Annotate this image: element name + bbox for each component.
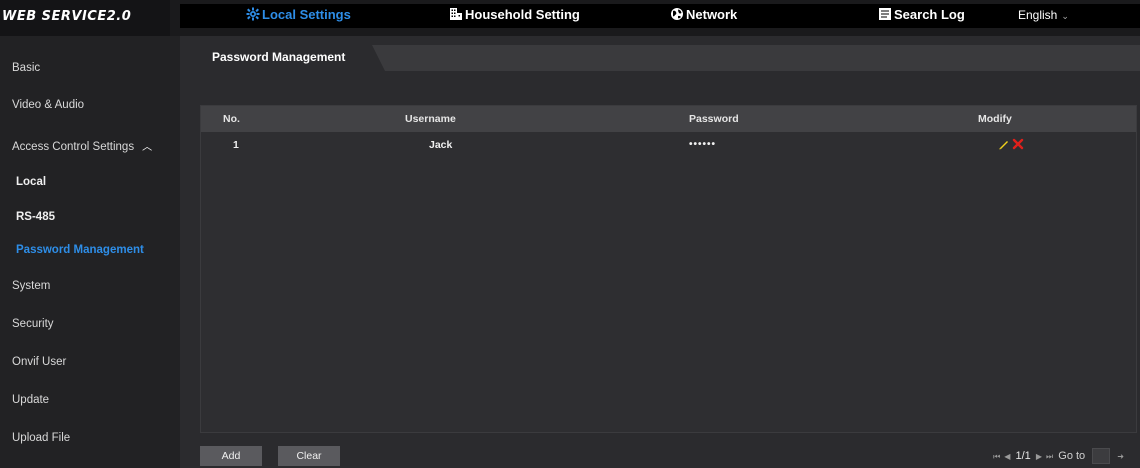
tab-password-management[interactable]: Password Management (180, 45, 385, 71)
cell-password: •••••• (689, 139, 717, 150)
nav-label: Local Settings (262, 7, 351, 22)
delete-icon[interactable] (1012, 138, 1024, 150)
sidebar-item-video-audio[interactable]: Video & Audio (0, 90, 180, 120)
globe-icon (671, 8, 683, 20)
sidebar: Basic Video & Audio Access Control Setti… (0, 36, 180, 468)
page-indicator: 1/1 (1015, 450, 1031, 462)
next-page-icon[interactable]: ▶ (1036, 452, 1042, 461)
password-table: No. Username Password Modify 1 Jack ••••… (200, 105, 1137, 433)
prev-page-icon[interactable]: ◀ (1004, 452, 1010, 461)
sidebar-item-access-control[interactable]: Access Control Settings ︿ (0, 132, 180, 162)
go-arrow-icon[interactable]: ➜ (1117, 452, 1124, 461)
sidebar-item-rs485[interactable]: RS-485 (0, 202, 180, 232)
main-content: Password Management No. Username Passwor… (180, 36, 1140, 468)
edit-icon[interactable] (998, 138, 1010, 150)
goto-label: Go to (1058, 450, 1086, 462)
sidebar-item-password-management[interactable]: Password Management (0, 235, 180, 265)
nav-label: Network (686, 7, 738, 22)
sidebar-item-security[interactable]: Security (0, 309, 180, 339)
goto-page-input[interactable] (1092, 448, 1111, 465)
column-header-username: Username (405, 113, 456, 125)
gear-icon (246, 7, 260, 21)
nav-household-setting[interactable]: Household Setting (449, 4, 580, 28)
first-page-icon[interactable]: ⏮ (993, 452, 1000, 461)
chevron-up-icon: ︿ (142, 142, 153, 153)
top-bar: WEB SERVICE2.0 Local Settings Household … (0, 0, 1140, 36)
language-label: English (1018, 8, 1058, 22)
cell-username: Jack (429, 139, 453, 151)
app-logo: WEB SERVICE2.0 (0, 0, 170, 36)
last-page-icon[interactable]: ⏭ (1046, 452, 1053, 461)
sidebar-item-label: Access Control Settings (12, 141, 135, 153)
table-row[interactable]: 1 Jack •••••• (201, 132, 1136, 158)
main-nav: Local Settings Household Setting Network… (180, 4, 1140, 28)
clear-button[interactable]: Clear (278, 446, 340, 466)
cell-modify (998, 132, 1026, 158)
chevron-down-icon: ⌄ (1061, 11, 1069, 21)
log-icon (879, 8, 891, 20)
nav-network[interactable]: Network (670, 4, 737, 28)
nav-local-settings[interactable]: Local Settings (246, 4, 351, 28)
tab-strip: Password Management (180, 45, 1140, 71)
cell-no: 1 (233, 139, 239, 151)
sidebar-item-upload-file[interactable]: Upload File (0, 423, 180, 453)
column-header-password: Password (689, 113, 739, 125)
nav-label: Household Setting (465, 7, 580, 22)
column-header-modify: Modify (978, 113, 1012, 125)
building-icon (450, 8, 462, 20)
column-header-no: No. (223, 113, 240, 125)
table-header: No. Username Password Modify (201, 106, 1136, 132)
add-button[interactable]: Add (200, 446, 262, 466)
language-select[interactable]: English ⌄ (1018, 4, 1069, 28)
pagination: ⏮ ◀ 1/1 ▶ ⏭ Go to ➜ (991, 446, 1124, 466)
sidebar-item-basic[interactable]: Basic (0, 53, 180, 83)
sidebar-item-local[interactable]: Local (0, 167, 180, 197)
sidebar-item-system[interactable]: System (0, 271, 180, 301)
nav-search-log[interactable]: Search Log (878, 4, 965, 28)
sidebar-item-onvif-user[interactable]: Onvif User (0, 347, 180, 377)
nav-label: Search Log (894, 7, 965, 22)
sidebar-item-update[interactable]: Update (0, 385, 180, 415)
